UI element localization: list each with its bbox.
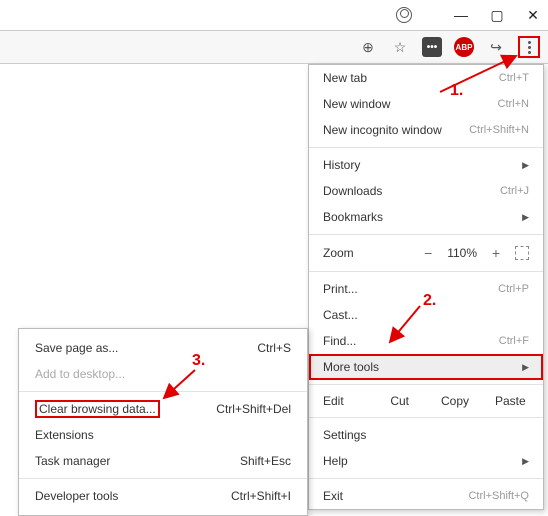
copy-button[interactable]: Copy <box>436 394 473 408</box>
label: Save page as... <box>35 341 118 355</box>
shortcut: Ctrl+Shift+Del <box>216 402 291 416</box>
fullscreen-icon[interactable] <box>515 246 529 260</box>
label: Task manager <box>35 454 110 468</box>
browser-toolbar: ⊕ ☆ ••• ABP ↪ <box>0 30 548 64</box>
label: Help <box>323 454 348 468</box>
shortcut: Ctrl+Shift+I <box>231 489 291 503</box>
label: Add to desktop... <box>35 367 125 381</box>
submenu-clear-data[interactable]: Clear browsing data... Ctrl+Shift+Del <box>19 396 307 422</box>
menu-zoom: Zoom − 110% + <box>309 239 543 267</box>
menu-bookmarks[interactable]: Bookmarks ▶ <box>309 204 543 230</box>
submenu-arrow-icon: ▶ <box>522 160 529 171</box>
zoom-in-button[interactable]: + <box>487 245 505 261</box>
label: More tools <box>323 360 379 374</box>
label: New tab <box>323 71 367 85</box>
submenu-arrow-icon: ▶ <box>522 456 529 467</box>
label: Exit <box>323 489 343 503</box>
menu-new-window[interactable]: New window Ctrl+N <box>309 91 543 117</box>
profile-icon[interactable] <box>396 7 412 23</box>
submenu-task-manager[interactable]: Task manager Shift+Esc <box>19 448 307 474</box>
close-button[interactable]: ✕ <box>526 8 540 22</box>
label: History <box>323 158 360 172</box>
zoom-value: 110% <box>447 246 477 260</box>
content-area <box>0 64 310 74</box>
shortcut: Ctrl+F <box>499 335 529 347</box>
separator <box>19 478 307 479</box>
cut-button[interactable]: Cut <box>381 394 418 408</box>
submenu-developer-tools[interactable]: Developer tools Ctrl+Shift+I <box>19 483 307 509</box>
main-menu: New tab Ctrl+T New window Ctrl+N New inc… <box>308 64 544 510</box>
menu-new-tab[interactable]: New tab Ctrl+T <box>309 65 543 91</box>
label: Bookmarks <box>323 210 383 224</box>
label: Edit <box>323 394 363 408</box>
menu-edit: Edit Cut Copy Paste <box>309 389 543 413</box>
menu-help[interactable]: Help ▶ <box>309 448 543 474</box>
separator <box>309 478 543 479</box>
separator <box>309 417 543 418</box>
label: Downloads <box>323 184 382 198</box>
title-bar: — ▢ ✕ <box>0 0 548 30</box>
zoom-icon[interactable]: ⊕ <box>358 37 378 57</box>
separator <box>309 271 543 272</box>
paste-button[interactable]: Paste <box>492 394 529 408</box>
label: Print... <box>323 282 358 296</box>
menu-exit[interactable]: Exit Ctrl+Shift+Q <box>309 483 543 509</box>
submenu-add-desktop[interactable]: Add to desktop... <box>19 361 307 387</box>
shortcut: Ctrl+T <box>499 72 529 84</box>
label: Zoom <box>323 246 409 260</box>
label: Find... <box>323 334 356 348</box>
label: New window <box>323 97 390 111</box>
extension-icon[interactable]: ••• <box>422 37 442 57</box>
label: New incognito window <box>323 123 442 137</box>
menu-history[interactable]: History ▶ <box>309 152 543 178</box>
menu-downloads[interactable]: Downloads Ctrl+J <box>309 178 543 204</box>
menu-print[interactable]: Print... Ctrl+P <box>309 276 543 302</box>
label: Clear browsing data... <box>35 400 160 418</box>
menu-cast[interactable]: Cast... <box>309 302 543 328</box>
submenu-arrow-icon: ▶ <box>522 362 529 373</box>
shortcut: Ctrl+J <box>500 185 529 197</box>
menu-more-tools[interactable]: More tools ▶ <box>309 354 543 380</box>
separator <box>309 147 543 148</box>
shortcut: Ctrl+P <box>498 283 529 295</box>
submenu-save-page[interactable]: Save page as... Ctrl+S <box>19 335 307 361</box>
label: Extensions <box>35 428 94 442</box>
kebab-menu-button[interactable] <box>518 36 540 58</box>
submenu-extensions[interactable]: Extensions <box>19 422 307 448</box>
separator <box>19 391 307 392</box>
submenu-arrow-icon: ▶ <box>522 212 529 223</box>
shortcut: Shift+Esc <box>240 454 291 468</box>
share-icon[interactable]: ↪ <box>486 37 506 57</box>
maximize-button[interactable]: ▢ <box>490 8 504 22</box>
bookmark-star-icon[interactable]: ☆ <box>390 37 410 57</box>
shortcut: Ctrl+N <box>498 98 529 110</box>
minimize-button[interactable]: — <box>454 8 468 22</box>
menu-find[interactable]: Find... Ctrl+F <box>309 328 543 354</box>
menu-incognito[interactable]: New incognito window Ctrl+Shift+N <box>309 117 543 143</box>
menu-settings[interactable]: Settings <box>309 422 543 448</box>
separator <box>309 384 543 385</box>
separator <box>309 234 543 235</box>
shortcut: Ctrl+Shift+N <box>469 124 529 136</box>
more-tools-submenu: Save page as... Ctrl+S Add to desktop...… <box>18 328 308 516</box>
label: Cast... <box>323 308 358 322</box>
adblock-icon[interactable]: ABP <box>454 37 474 57</box>
shortcut: Ctrl+S <box>257 341 291 355</box>
shortcut: Ctrl+Shift+Q <box>468 490 529 502</box>
label: Settings <box>323 428 366 442</box>
zoom-out-button[interactable]: − <box>419 245 437 261</box>
label: Developer tools <box>35 489 118 503</box>
